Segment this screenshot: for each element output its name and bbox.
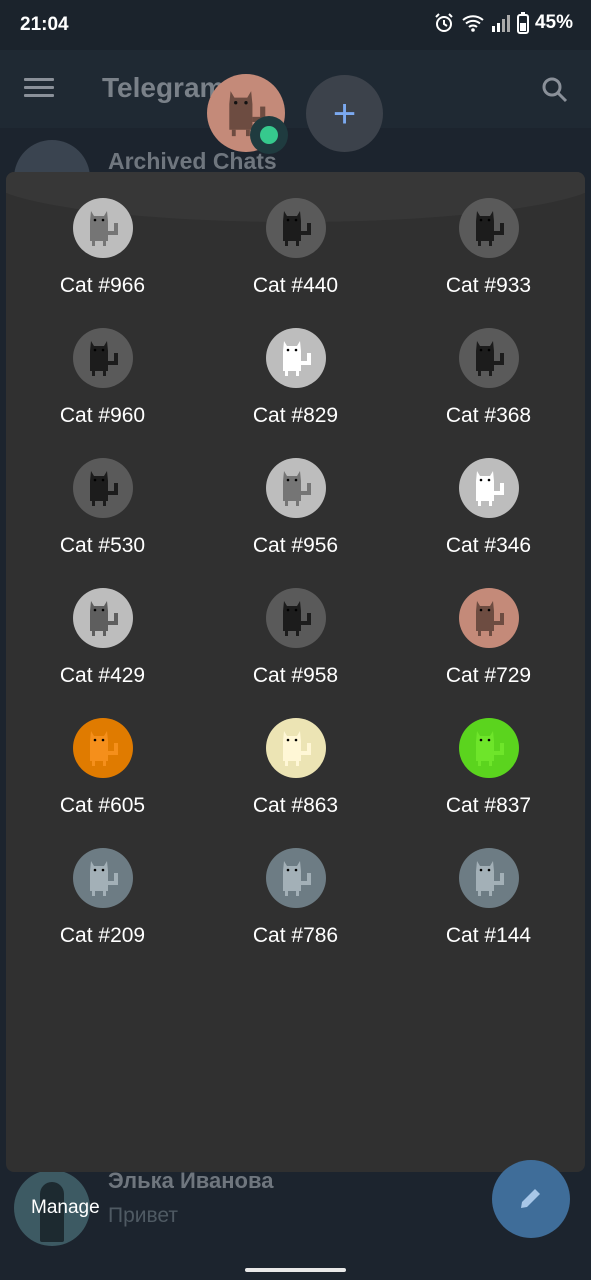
cat-label: Cat #429 xyxy=(59,664,146,687)
cat-label: Cat #960 xyxy=(59,404,146,427)
cat-label: Cat #786 xyxy=(252,924,339,947)
cat-label: Cat #863 xyxy=(252,794,339,817)
cat-item[interactable]: Cat #530 xyxy=(6,458,199,558)
cat-icon xyxy=(72,588,133,648)
cat-icon xyxy=(72,718,133,778)
cat-item[interactable]: Cat #429 xyxy=(6,588,199,688)
cat-label: Cat #829 xyxy=(252,404,339,427)
cat-icon xyxy=(265,458,326,518)
cat-label: Cat #530 xyxy=(59,534,146,557)
cat-icon xyxy=(72,328,133,388)
cat-label: Cat #346 xyxy=(445,534,532,557)
cat-item[interactable]: Cat #605 xyxy=(6,718,199,818)
cat-icon xyxy=(458,718,519,778)
cat-item[interactable]: Cat #956 xyxy=(199,458,392,558)
cat-label: Cat #958 xyxy=(252,664,339,687)
cat-label: Cat #956 xyxy=(252,534,339,557)
cat-icon xyxy=(458,848,519,908)
cat-item[interactable]: Cat #958 xyxy=(199,588,392,688)
cats-panel: Cat #966 Cat #440 Cat #933 Cat #960 Cat #829… xyxy=(6,172,585,1172)
cat-item[interactable]: Cat #440 xyxy=(199,198,392,298)
cat-label: Cat #933 xyxy=(445,274,532,297)
cat-icon xyxy=(458,328,519,388)
cat-label: Cat #729 xyxy=(445,664,532,687)
compose-button[interactable] xyxy=(492,1160,570,1238)
cat-label: Cat #368 xyxy=(445,404,532,427)
search-icon[interactable] xyxy=(539,74,571,106)
cat-label: Cat #440 xyxy=(252,274,339,297)
cat-item[interactable]: Cat #209 xyxy=(6,848,199,948)
app-title: Telegram xyxy=(102,72,225,103)
cat-label: Cat #209 xyxy=(59,924,146,947)
cat-item[interactable]: Cat #837 xyxy=(392,718,585,818)
gesture-nav-bar[interactable] xyxy=(245,1268,346,1272)
cat-icon xyxy=(458,458,519,518)
cat-item[interactable]: Cat #368 xyxy=(392,328,585,428)
chat-last-message: Привет xyxy=(108,1204,179,1227)
cat-icon xyxy=(72,198,133,258)
cat-icon xyxy=(265,328,326,388)
status-dot-icon xyxy=(250,116,288,154)
cat-label: Cat #605 xyxy=(59,794,146,817)
alarm-icon xyxy=(435,13,453,32)
cat-icon xyxy=(265,198,326,258)
cat-item[interactable]: Cat #863 xyxy=(199,718,392,818)
cat-item[interactable]: Cat #786 xyxy=(199,848,392,948)
cat-icon xyxy=(265,588,326,648)
battery-icon xyxy=(516,12,529,34)
signal-icon xyxy=(491,15,510,32)
status-bar: 21:04 45% xyxy=(0,0,591,50)
status-icons: 45% xyxy=(433,12,573,34)
cat-item[interactable]: Cat #933 xyxy=(392,198,585,298)
menu-icon[interactable] xyxy=(24,78,54,100)
app-bar: Telegram xyxy=(0,50,591,128)
cat-icon xyxy=(265,718,326,778)
manage-button[interactable]: Manage xyxy=(31,1197,100,1219)
cat-grid: Cat #966 Cat #440 Cat #933 Cat #960 Cat #829… xyxy=(6,198,585,948)
cat-label: Cat #837 xyxy=(445,794,532,817)
archived-label: Archived Chats xyxy=(108,148,277,174)
status-time: 21:04 xyxy=(20,14,69,35)
cat-icon xyxy=(458,588,519,648)
cat-label: Cat #966 xyxy=(59,274,146,297)
cat-item[interactable]: Cat #729 xyxy=(392,588,585,688)
cat-icon xyxy=(72,458,133,518)
cat-item[interactable]: Cat #966 xyxy=(6,198,199,298)
wifi-icon xyxy=(462,15,484,32)
cat-item[interactable]: Cat #346 xyxy=(392,458,585,558)
battery-percent: 45% xyxy=(534,12,573,33)
cat-icon xyxy=(72,848,133,908)
cat-item[interactable]: Cat #144 xyxy=(392,848,585,948)
cat-item[interactable]: Cat #960 xyxy=(6,328,199,428)
cat-item[interactable]: Cat #829 xyxy=(199,328,392,428)
cat-label: Cat #144 xyxy=(445,924,532,947)
pencil-icon xyxy=(521,1189,540,1208)
cat-icon xyxy=(265,848,326,908)
plus-icon[interactable]: + xyxy=(306,75,383,152)
cat-icon xyxy=(458,198,519,258)
